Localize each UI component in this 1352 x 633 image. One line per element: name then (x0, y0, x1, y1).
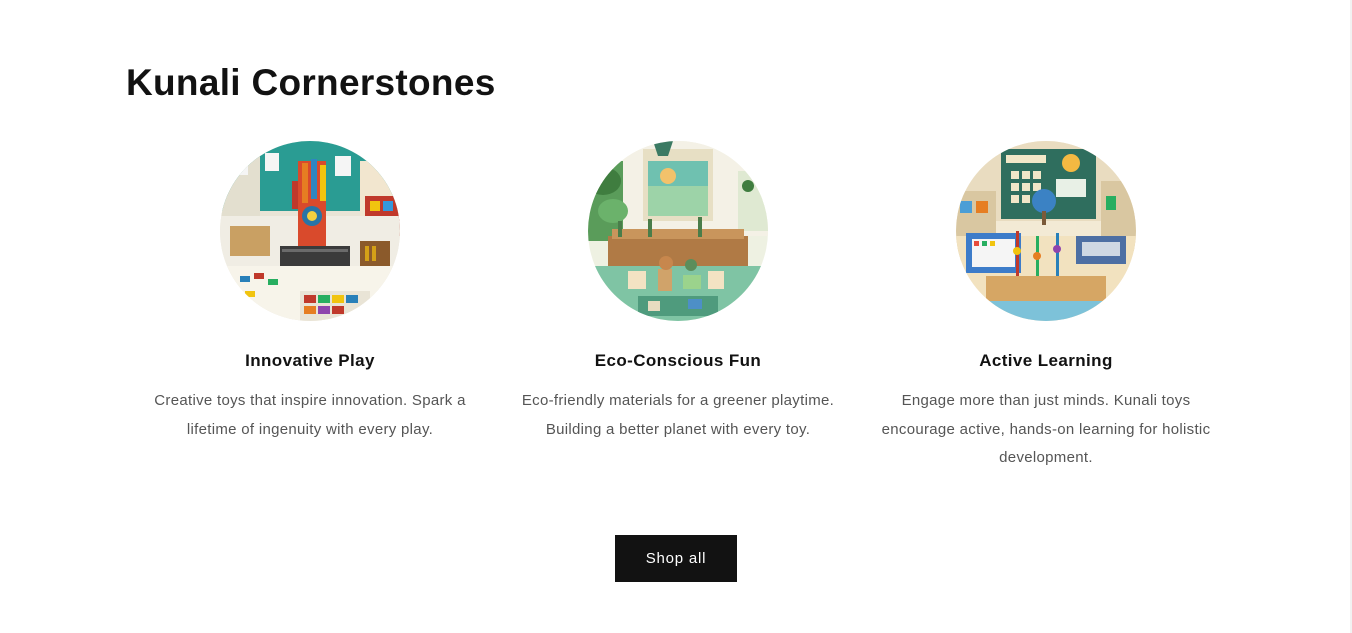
cornerstone-card-eco-conscious-fun: Eco-Conscious Fun Eco-friendly materials… (494, 141, 862, 481)
card-description: Engage more than just minds. Kunali toys… (881, 392, 1211, 466)
cornerstones-grid: Innovative Play Creative toys that inspi… (126, 141, 1230, 481)
section-title: Kunali Cornerstones (126, 62, 496, 103)
page: Kunali Cornerstones Innovative Play Crea… (0, 0, 1352, 633)
active-learning-image (956, 141, 1136, 321)
card-description: Eco-friendly materials for a greener pla… (521, 392, 835, 438)
card-heading: Eco-Conscious Fun (594, 351, 762, 370)
card-description: Creative toys that inspire innovation. S… (154, 392, 466, 438)
toy-robot-hand-illustration (220, 141, 400, 321)
card-heading: Active Learning (979, 351, 1113, 370)
learning-toys-illustration (956, 141, 1136, 321)
eco-conscious-fun-image (588, 141, 768, 321)
innovative-play-image (220, 141, 400, 321)
eco-toys-illustration (588, 141, 768, 321)
shop-all-button[interactable]: Shop all (615, 535, 737, 582)
card-heading: Innovative Play (245, 351, 375, 370)
cornerstone-card-active-learning: Active Learning Engage more than just mi… (862, 141, 1230, 481)
cornerstone-card-innovative-play: Innovative Play Creative toys that inspi… (126, 141, 494, 481)
